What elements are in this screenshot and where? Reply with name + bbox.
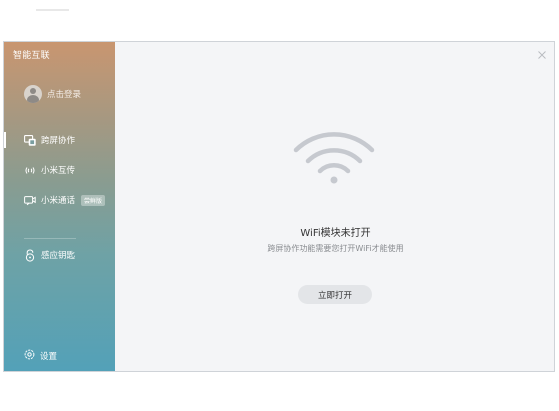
sidebar-item-label: 感应钥匙 xyxy=(41,251,76,261)
sidebar-item-label: 小米通话 xyxy=(41,196,76,206)
decorative-line xyxy=(36,9,69,11)
sidebar-item-label: 跨屏协作 xyxy=(41,136,76,146)
beta-badge: 尝鲜版 xyxy=(81,194,106,206)
login-button[interactable]: 点击登录 xyxy=(24,85,81,103)
close-button[interactable] xyxy=(536,46,548,59)
screen-share-icon xyxy=(24,134,36,146)
enable-wifi-button[interactable]: 立即打开 xyxy=(298,285,372,304)
sidebar-item-mi-call[interactable]: 小米通话 尝鲜版 xyxy=(4,185,115,215)
sidebar-item-mi-share[interactable]: 小米互传 xyxy=(4,155,115,185)
app-window: 智能互联 点击登录 跨屏协作 小米互传 小米通话 尝鲜版 感应钥匙 设置 WiF… xyxy=(3,41,555,372)
gear-icon xyxy=(24,349,35,363)
sidebar-item-smart-unlock[interactable]: 感应钥匙 xyxy=(4,240,115,270)
sidebar-nav-secondary: 感应钥匙 xyxy=(4,238,115,270)
settings-button[interactable]: 设置 xyxy=(24,349,57,363)
lock-icon xyxy=(24,248,36,262)
wifi-icon xyxy=(293,132,375,184)
wifi-status-description: 跨屏协作功能需要您打开WiFi才能使用 xyxy=(267,244,404,253)
settings-label: 设置 xyxy=(40,352,58,362)
app-title: 智能互联 xyxy=(13,51,50,61)
main-panel: WiFi模块未打开 跨屏协作功能需要您打开WiFi才能使用 立即打开 xyxy=(115,42,554,371)
sidebar-nav: 跨屏协作 小米互传 小米通话 尝鲜版 xyxy=(4,125,115,215)
sidebar: 智能互联 点击登录 跨屏协作 小米互传 小米通话 尝鲜版 感应钥匙 设置 xyxy=(4,42,115,371)
avatar xyxy=(24,85,42,103)
video-call-icon xyxy=(24,195,36,206)
close-icon xyxy=(538,51,546,59)
sidebar-item-cross-screen[interactable]: 跨屏协作 xyxy=(4,125,115,155)
wifi-status-title: WiFi模块未打开 xyxy=(300,228,371,239)
sidebar-item-label: 小米互传 xyxy=(41,166,76,176)
login-label: 点击登录 xyxy=(47,90,82,100)
transfer-waves-icon xyxy=(24,165,36,176)
